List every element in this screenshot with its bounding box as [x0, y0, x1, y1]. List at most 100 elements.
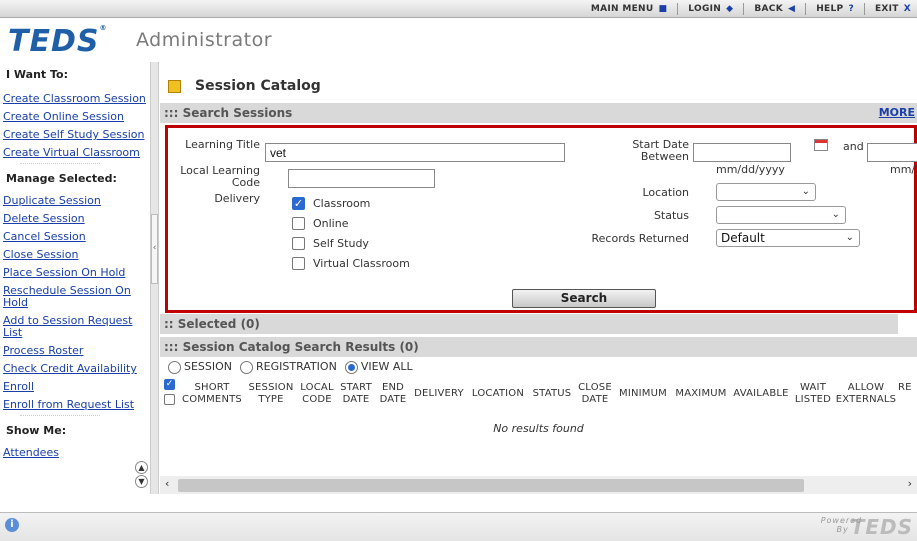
sidebar-item-create-self-study[interactable]: Create Self Study Session	[0, 123, 150, 141]
learning-title-input[interactable]	[265, 143, 565, 162]
sidebar-item-process-roster[interactable]: Process Roster	[0, 339, 150, 357]
end-date-input[interactable]	[867, 143, 917, 162]
delivery-virtual-option[interactable]: Virtual Classroom	[292, 257, 410, 270]
sidebar-heading-manage: Manage Selected:	[6, 172, 117, 185]
delivery-classroom-option[interactable]: ✓ Classroom	[292, 197, 370, 210]
column-close-date[interactable]: CLOSE DATE	[575, 382, 615, 406]
scroll-right-icon[interactable]: ›	[908, 477, 912, 490]
sidebar-item-reschedule[interactable]: Reschedule Session On Hold	[0, 279, 150, 309]
registration-radio[interactable]	[240, 360, 254, 374]
powered-by-text: Powered By	[821, 516, 861, 534]
column-short-comments[interactable]: SHORT COMMENTS	[180, 382, 244, 406]
sidebar-item-delete[interactable]: Delete Session	[0, 207, 150, 225]
sidebar-item-create-online[interactable]: Create Online Session	[0, 105, 150, 123]
column-maximum[interactable]: MAXIMUM	[671, 388, 731, 400]
more-link[interactable]: MORE	[879, 103, 915, 123]
view-mode-group: SESSION REGISTRATION VIEW ALL	[168, 360, 413, 374]
column-status[interactable]: STATUS	[529, 388, 575, 400]
column-location[interactable]: LOCATION	[467, 388, 529, 400]
top-nav-links: MAIN MENU ■ LOGIN ◆ BACK ◀ HELP ? EXIT X	[581, 3, 913, 15]
back-label: BACK	[754, 4, 783, 14]
question-icon: ?	[848, 4, 854, 14]
virtual-classroom-label: Virtual Classroom	[313, 257, 410, 270]
help-link[interactable]: HELP ?	[806, 3, 865, 15]
sidebar-item-enroll-request[interactable]: Enroll from Request List	[0, 393, 150, 411]
sidebar-item-place-on-hold[interactable]: Place Session On Hold	[0, 261, 150, 279]
search-button[interactable]: Search	[512, 289, 656, 308]
column-delivery[interactable]: DELIVERY	[410, 388, 468, 400]
self-study-checkbox[interactable]	[292, 237, 305, 250]
session-radio[interactable]	[168, 360, 181, 374]
teds-logo: TEDS®	[8, 24, 107, 59]
scroll-left-icon[interactable]: ‹	[165, 477, 169, 490]
scroll-down-icon[interactable]: ▼	[135, 475, 148, 488]
view-mode-session[interactable]: SESSION	[168, 360, 232, 374]
exit-link[interactable]: EXIT X	[865, 3, 913, 15]
sidebar-collapse-rail[interactable]: ‹	[150, 62, 159, 494]
sidebar-item-close[interactable]: Close Session	[0, 243, 150, 261]
sidebar-item-cancel[interactable]: Cancel Session	[0, 225, 150, 243]
column-wait-listed[interactable]: WAIT LISTED	[792, 382, 834, 406]
sidebar-item-attendees[interactable]: Attendees	[0, 445, 150, 459]
view-mode-view-all[interactable]: VIEW ALL	[344, 360, 413, 374]
sidebar: I Want To: Create Classroom Session Crea…	[0, 62, 150, 494]
select-all-checkbox[interactable]	[164, 394, 175, 405]
sidebar-item-add-request-list[interactable]: Add to Session Request List	[0, 309, 150, 339]
delivery-self-study-option[interactable]: Self Study	[292, 237, 369, 250]
chevron-down-icon: ⌄	[845, 232, 854, 243]
info-icon[interactable]: i	[5, 518, 19, 532]
column-local-code[interactable]: LOCAL CODE	[297, 382, 337, 406]
registered-mark: ®	[99, 24, 108, 32]
records-returned-value: Default	[721, 231, 765, 245]
exit-label: EXIT	[874, 4, 899, 14]
selected-bar[interactable]: :: Selected (0)	[160, 314, 898, 334]
sidebar-item-duplicate[interactable]: Duplicate Session	[0, 193, 150, 207]
scroll-up-icon[interactable]: ▲	[135, 461, 148, 474]
main-content: Session Catalog ::: Search Sessions MORE…	[160, 62, 917, 494]
registration-radio-label: REGISTRATION	[256, 360, 337, 373]
view-all-radio[interactable]	[344, 360, 358, 374]
column-available[interactable]: AVAILABLE	[731, 388, 791, 400]
column-minimum[interactable]: MINIMUM	[615, 388, 671, 400]
select-all-check-icon[interactable]: ✓	[164, 379, 175, 390]
calendar-icon[interactable]	[814, 139, 828, 151]
search-form: Learning Title Local Learning Code Deliv…	[165, 125, 917, 313]
sidebar-item-create-classroom[interactable]: Create Classroom Session	[0, 91, 150, 105]
location-label: Location	[642, 186, 689, 199]
classroom-checkbox[interactable]: ✓	[292, 197, 305, 210]
login-link[interactable]: LOGIN ◆	[678, 3, 745, 15]
column-re[interactable]: RE	[898, 382, 917, 394]
sidebar-item-enroll[interactable]: Enroll	[0, 375, 150, 393]
back-link[interactable]: BACK ◀	[744, 3, 807, 15]
collapse-chevron-icon[interactable]: ‹	[151, 214, 158, 284]
end-date-hint: mm/	[890, 163, 916, 176]
column-allow-externals[interactable]: ALLOW EXTERNALS	[834, 382, 898, 406]
local-code-input[interactable]	[288, 169, 435, 188]
column-end-date[interactable]: END DATE	[376, 382, 410, 406]
classroom-label: Classroom	[313, 197, 371, 210]
column-start-date[interactable]: START DATE	[337, 382, 375, 406]
column-session-type[interactable]: SESSION TYPE	[244, 382, 298, 406]
start-date-hint: mm/dd/yyyy	[716, 163, 785, 176]
records-returned-label: Records Returned	[591, 232, 690, 245]
status-select[interactable]: ⌄	[716, 206, 846, 224]
view-mode-registration[interactable]: REGISTRATION	[240, 360, 337, 374]
delivery-label: Delivery	[214, 192, 260, 205]
help-label: HELP	[816, 4, 844, 14]
delivery-online-option[interactable]: Online	[292, 217, 348, 230]
records-returned-select[interactable]: Default ⌄	[716, 229, 860, 247]
main-menu-link[interactable]: MAIN MENU ■	[581, 3, 679, 15]
app-header: TEDS® Administrator	[0, 18, 917, 62]
sidebar-item-create-virtual[interactable]: Create Virtual Classroom	[0, 141, 150, 159]
page-title-text: Session Catalog	[195, 78, 321, 94]
main-menu-label: MAIN MENU	[590, 4, 654, 14]
scrollbar-thumb[interactable]	[178, 479, 804, 492]
online-checkbox[interactable]	[292, 217, 305, 230]
sidebar-item-check-credit[interactable]: Check Credit Availability	[0, 357, 150, 375]
page-title: Session Catalog	[168, 78, 321, 94]
horizontal-scrollbar[interactable]: ‹ ›	[160, 476, 917, 494]
location-select[interactable]: ⌄	[716, 183, 816, 201]
virtual-classroom-checkbox[interactable]	[292, 257, 305, 270]
start-date-input[interactable]	[693, 143, 791, 162]
start-date-label: Start Date Between	[632, 138, 689, 163]
